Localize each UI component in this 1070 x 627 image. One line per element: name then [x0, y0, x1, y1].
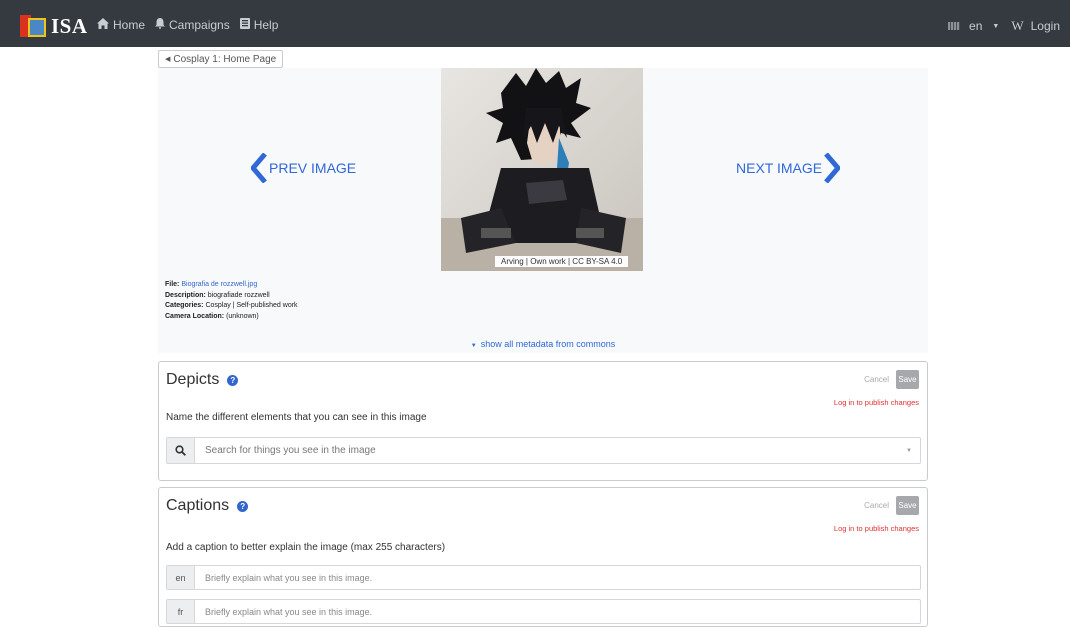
meta-file-key: File:: [165, 281, 180, 288]
meta-file-link[interactable]: Biografia de rozzwell.jpg: [181, 281, 257, 288]
meta-categories-value: Cosplay | Self-published work: [205, 302, 298, 309]
show-metadata-toggle[interactable]: ▼ show all metadata from commons: [158, 339, 928, 349]
captions-actions: Cancel Save: [864, 496, 919, 515]
meta-categories-key: Categories:: [165, 302, 204, 309]
meta-description-value: biografiade rozzwell: [207, 291, 270, 299]
top-navbar: ISA Home Campaigns Help en ▼ W Login: [0, 0, 1070, 47]
chevron-left-icon: [251, 153, 267, 183]
login-label: Login: [1030, 19, 1060, 33]
language-selector[interactable]: en ▼: [948, 19, 999, 33]
meta-description-row: Description: biografiade rozzwell: [165, 291, 298, 302]
nav-help[interactable]: Help: [239, 18, 279, 32]
language-icon: [948, 22, 961, 30]
depicted-photo[interactable]: [441, 68, 643, 271]
nav-right: en ▼ W Login: [948, 18, 1060, 34]
wikimedia-w-icon: W: [1011, 18, 1024, 33]
image-attribution[interactable]: Arving | Own work | CC BY-SA 4.0: [495, 256, 629, 267]
meta-camera-key: Camera Location:: [165, 312, 225, 320]
chevron-left-icon: ◀: [165, 56, 171, 63]
image-metadata: File: Biografia de rozzwell.jpg Descript…: [165, 280, 298, 322]
depicts-save-button[interactable]: Save: [896, 370, 919, 389]
meta-categories-row: Categories: Cosplay | Self-published wor…: [165, 301, 298, 312]
chevron-right-icon: [824, 153, 841, 183]
depicts-search-box: ▼: [166, 437, 921, 464]
meta-file-row: File: Biografia de rozzwell.jpg: [165, 280, 298, 291]
login-link[interactable]: W Login: [1011, 18, 1060, 34]
next-image-button[interactable]: NEXT IMAGE: [736, 153, 841, 183]
depicts-actions: Cancel Save: [864, 370, 919, 389]
nav-campaigns-label: Campaigns: [169, 18, 230, 32]
caption-lang-label: en: [167, 566, 195, 589]
captions-save-button[interactable]: Save: [896, 496, 919, 515]
meta-camera-value: (unknown): [226, 312, 259, 320]
caption-input-fr[interactable]: [195, 600, 920, 623]
book-icon: [239, 18, 250, 32]
depicts-cancel-button[interactable]: Cancel: [864, 375, 889, 384]
search-icon: [167, 438, 195, 463]
show-metadata-label: show all metadata from commons: [480, 339, 616, 349]
caption-row-en: en: [166, 565, 921, 590]
dropdown-caret-icon[interactable]: ▼: [906, 448, 912, 454]
isa-logo[interactable]: ISA: [20, 14, 88, 38]
meta-description-key: Description:: [165, 291, 206, 299]
depicts-login-note[interactable]: Log in to publish changes: [834, 398, 919, 407]
depicts-title: Depicts: [166, 371, 220, 388]
help-icon[interactable]: ?: [237, 500, 249, 512]
captions-cancel-button[interactable]: Cancel: [864, 501, 889, 510]
captions-login-note[interactable]: Log in to publish changes: [834, 524, 919, 533]
logo-text: ISA: [51, 13, 88, 38]
nav-links: Home Campaigns Help: [97, 18, 278, 32]
captions-card: Captions ? Cancel Save Log in to publish…: [158, 487, 928, 627]
language-label: en: [969, 19, 983, 33]
nav-home[interactable]: Home: [97, 18, 145, 32]
nav-campaigns[interactable]: Campaigns: [155, 18, 230, 32]
captions-title: Captions: [166, 497, 230, 514]
back-to-campaign-button[interactable]: ◀ Cosplay 1: Home Page: [158, 50, 284, 68]
meta-camera-row: Camera Location: (unknown): [165, 312, 298, 323]
help-icon[interactable]: ?: [227, 374, 239, 386]
nav-home-label: Home: [113, 18, 146, 32]
home-icon: [97, 18, 109, 32]
prev-image-label: PREV IMAGE: [269, 160, 357, 176]
bell-icon: [155, 18, 166, 32]
nav-help-label: Help: [253, 18, 279, 32]
next-image-label: NEXT IMAGE: [736, 160, 823, 176]
image-viewer-panel: PREV IMAGE Arving | Own work | CC BY-SA: [158, 68, 928, 353]
isa-logo-mark: [20, 15, 46, 37]
caption-input-en[interactable]: [195, 566, 920, 589]
depicts-search-input[interactable]: [195, 438, 907, 463]
depicts-description: Name the different elements that you can…: [166, 412, 427, 423]
depicts-card: Depicts ? Cancel Save Log in to publish …: [158, 361, 928, 481]
captions-heading: Captions ?: [166, 497, 249, 515]
captions-description: Add a caption to better explain the imag…: [166, 542, 446, 553]
breadcrumb-label: Cosplay 1: Home Page: [173, 53, 277, 65]
depicts-heading: Depicts ?: [166, 371, 239, 389]
caret-down-icon: ▼: [470, 343, 477, 349]
caret-down-icon: ▼: [992, 22, 1000, 30]
prev-image-button[interactable]: PREV IMAGE: [251, 153, 356, 183]
caption-lang-label: fr: [167, 600, 195, 623]
caption-row-fr: fr: [166, 599, 921, 624]
